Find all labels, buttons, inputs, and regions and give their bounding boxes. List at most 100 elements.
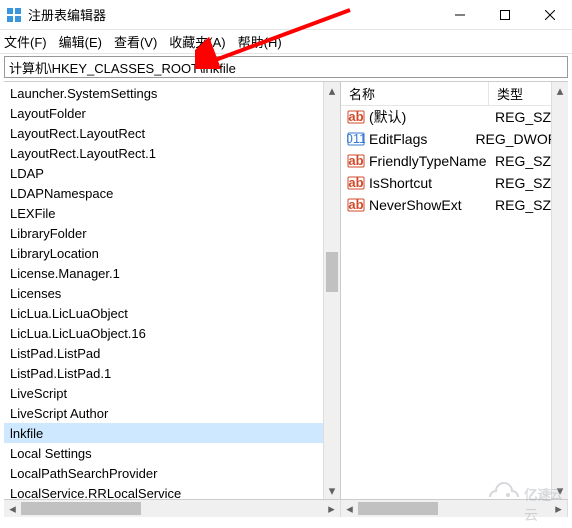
string-value-icon: ab xyxy=(347,153,365,169)
tree-item[interactable]: LicLua.LicLuaObject.16 xyxy=(4,323,340,343)
tree-item-label: LicLua.LicLuaObject.16 xyxy=(10,326,146,341)
value-row[interactable]: ab (默认)REG_SZ xyxy=(341,106,568,128)
tree-item-label: LocalService.RRLocalService xyxy=(10,486,181,500)
menu-favorites[interactable]: 收藏夹(A) xyxy=(169,32,225,51)
values-list[interactable]: ab(默认)REG_SZ011EditFlagsREG_DWORDabFrien… xyxy=(341,106,568,216)
tree-item[interactable]: LiveScript xyxy=(4,383,340,403)
tree-item[interactable]: ListPad.ListPad.1 xyxy=(4,363,340,383)
tree-item-label: Launcher.SystemSettings xyxy=(10,86,157,101)
tree-item-label: LocalPathSearchProvider xyxy=(10,466,157,481)
address-bar[interactable]: 计算机\HKEY_CLASSES_ROOT\lnkfile xyxy=(4,56,568,78)
value-type: REG_SZ xyxy=(491,197,551,213)
scroll-thumb[interactable] xyxy=(358,502,438,515)
minimize-button[interactable] xyxy=(437,0,482,30)
menu-edit[interactable]: 编辑(E) xyxy=(59,32,102,51)
tree-item[interactable]: LocalPathSearchProvider xyxy=(4,463,340,483)
tree-item-label: LEXFile xyxy=(10,206,56,221)
close-button[interactable] xyxy=(527,0,572,30)
values-pane: 名称 类型 ab(默认)REG_SZ011EditFlagsREG_DWORDa… xyxy=(341,82,568,499)
scroll-down-icon[interactable]: ▾ xyxy=(324,482,340,499)
value-row[interactable]: ab FriendlyTypeNameREG_SZ xyxy=(341,150,568,172)
tree-item-label: Local Settings xyxy=(10,446,92,461)
tree-item[interactable]: LEXFile xyxy=(4,203,340,223)
tree-item-label: LiveScript xyxy=(10,386,67,401)
string-value-icon: ab xyxy=(347,109,365,125)
scroll-thumb[interactable] xyxy=(326,252,338,292)
tree-item-label: LayoutRect.LayoutRect.1 xyxy=(10,146,156,161)
tree-pane: Launcher.SystemSettings LayoutFolder Layou… xyxy=(4,82,341,499)
value-type: REG_SZ xyxy=(491,109,551,125)
tree-item[interactable]: lnkfile xyxy=(4,423,340,443)
column-header-name[interactable]: 名称 xyxy=(341,82,489,105)
tree-item-label: LDAP xyxy=(10,166,44,181)
svg-text:011: 011 xyxy=(347,131,365,146)
tree-item[interactable]: LiveScript Author xyxy=(4,403,340,423)
maximize-button[interactable] xyxy=(482,0,527,30)
app-icon xyxy=(6,7,22,23)
svg-text:ab: ab xyxy=(348,175,363,190)
tree-item[interactable]: LibraryFolder xyxy=(4,223,340,243)
menu-help[interactable]: 帮助(H) xyxy=(238,32,282,51)
menu-file[interactable]: 文件(F) xyxy=(4,32,47,51)
value-name: NeverShowExt xyxy=(369,197,491,213)
menu-view[interactable]: 查看(V) xyxy=(114,32,157,51)
value-name: FriendlyTypeName xyxy=(369,153,491,169)
scroll-thumb[interactable] xyxy=(21,502,141,515)
tree-horizontal-scrollbar[interactable]: ◂ ▸ xyxy=(4,500,341,517)
tree-item[interactable]: ListPad.ListPad xyxy=(4,343,340,363)
value-name: IsShortcut xyxy=(369,175,491,191)
watermark-text: 亿速云 xyxy=(524,485,564,525)
svg-text:ab: ab xyxy=(348,109,363,124)
titlebar: 注册表编辑器 xyxy=(0,0,572,30)
tree-item-label: ListPad.ListPad xyxy=(10,346,100,361)
value-type: REG_SZ xyxy=(491,153,551,169)
address-path: 计算机\HKEY_CLASSES_ROOT\lnkfile xyxy=(9,58,236,77)
tree-item-label: LicLua.LicLuaObject xyxy=(10,306,128,321)
window-title: 注册表编辑器 xyxy=(28,5,437,24)
tree-item-label: LibraryLocation xyxy=(10,246,99,261)
tree-item-label: lnkfile xyxy=(10,426,43,441)
values-header: 名称 类型 xyxy=(341,82,568,106)
scroll-left-icon[interactable]: ◂ xyxy=(4,501,21,517)
value-row[interactable]: 011EditFlagsREG_DWORD xyxy=(341,128,568,150)
menubar: 文件(F) 编辑(E) 查看(V) 收藏夹(A) 帮助(H) xyxy=(0,30,572,54)
tree-item[interactable]: LayoutRect.LayoutRect xyxy=(4,123,340,143)
value-type: REG_SZ xyxy=(491,175,551,191)
tree-item-label: Licenses xyxy=(10,286,61,301)
value-row[interactable]: ab IsShortcutREG_SZ xyxy=(341,172,568,194)
tree-vertical-scrollbar[interactable]: ▴ ▾ xyxy=(323,82,340,499)
tree-item[interactable]: LDAP xyxy=(4,163,340,183)
string-value-icon: ab xyxy=(347,197,365,213)
value-name: EditFlags xyxy=(369,131,471,147)
watermark: 亿速云 亿速云 xyxy=(484,479,564,510)
value-row[interactable]: ab NeverShowExtREG_SZ xyxy=(341,194,568,216)
scroll-left-icon[interactable]: ◂ xyxy=(341,501,358,517)
tree-item-label: LibraryFolder xyxy=(10,226,87,241)
tree-item[interactable]: LayoutRect.LayoutRect.1 xyxy=(4,143,340,163)
main-panes: Launcher.SystemSettings LayoutFolder Layou… xyxy=(4,81,568,500)
values-vertical-scrollbar[interactable]: ▴ ▾ xyxy=(551,82,568,499)
tree-item-label: ListPad.ListPad.1 xyxy=(10,366,111,381)
string-value-icon: ab xyxy=(347,175,365,191)
tree-item[interactable]: License.Manager.1 xyxy=(4,263,340,283)
tree-item[interactable]: LicLua.LicLuaObject xyxy=(4,303,340,323)
svg-text:ab: ab xyxy=(348,153,363,168)
value-name: (默认) xyxy=(369,107,491,127)
tree-item[interactable]: LayoutFolder xyxy=(4,103,340,123)
tree-item-label: LDAPNamespace xyxy=(10,186,113,201)
svg-text:ab: ab xyxy=(348,197,363,212)
tree-item[interactable]: Launcher.SystemSettings xyxy=(4,83,340,103)
tree-item-label: LiveScript Author xyxy=(10,406,108,421)
scroll-up-icon[interactable]: ▴ xyxy=(324,82,340,99)
scroll-up-icon[interactable]: ▴ xyxy=(552,82,568,99)
tree-item[interactable]: LDAPNamespace xyxy=(4,183,340,203)
binary-value-icon: 011 xyxy=(347,131,365,147)
registry-tree[interactable]: Launcher.SystemSettings LayoutFolder Layou… xyxy=(4,82,340,499)
tree-item-label: License.Manager.1 xyxy=(10,266,120,281)
tree-item-label: LayoutFolder xyxy=(10,106,86,121)
tree-item[interactable]: Licenses xyxy=(4,283,340,303)
tree-item[interactable]: LibraryLocation xyxy=(4,243,340,263)
scroll-right-icon[interactable]: ▸ xyxy=(323,501,340,517)
tree-item[interactable]: LocalService.RRLocalService xyxy=(4,483,340,499)
tree-item[interactable]: Local Settings xyxy=(4,443,340,463)
